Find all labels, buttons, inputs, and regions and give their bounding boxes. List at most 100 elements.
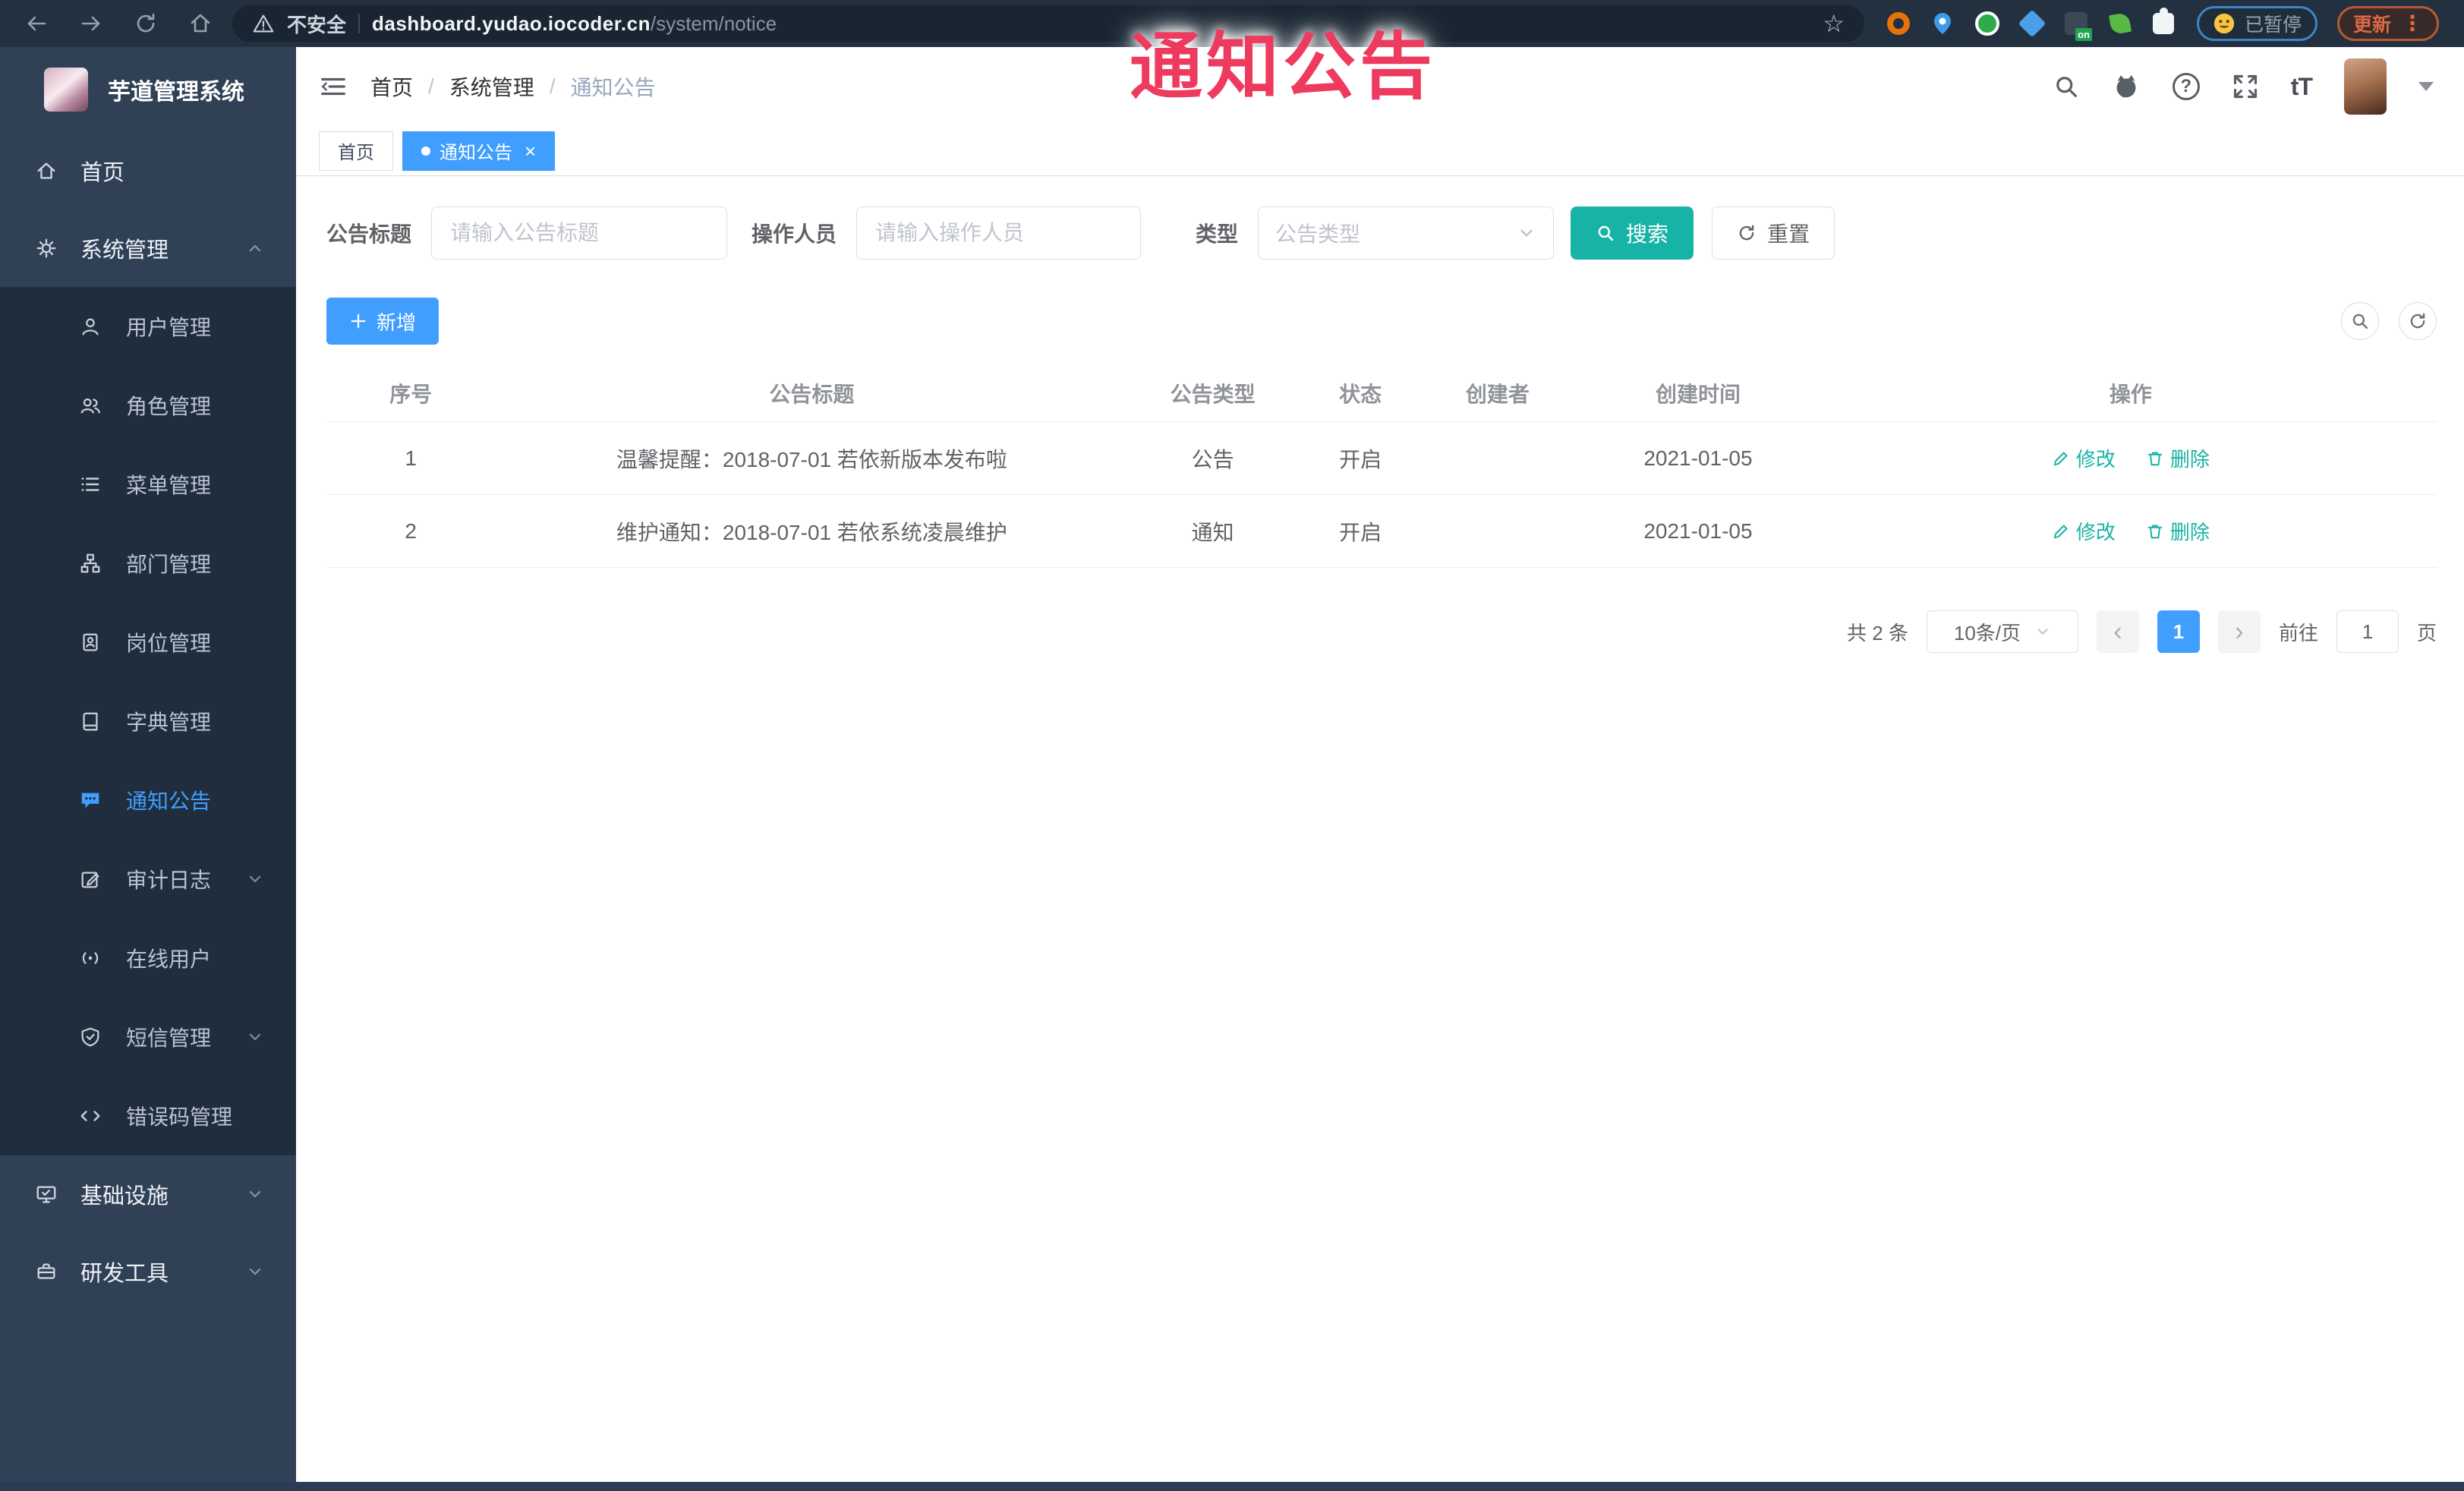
sidebar-item-menus[interactable]: 菜单管理: [0, 445, 296, 524]
plus-icon: [349, 312, 367, 330]
edit-link[interactable]: 修改: [2052, 444, 2116, 472]
ext-leaf-icon[interactable]: [2108, 11, 2132, 36]
update-button[interactable]: 更新 ⋮: [2337, 6, 2440, 41]
browser-menu-icon[interactable]: ⋮: [2402, 13, 2423, 34]
extensions-puzzle-icon[interactable]: [2153, 8, 2174, 34]
search-button[interactable]: 搜索: [1571, 206, 1694, 260]
refresh-table-button[interactable]: [2399, 302, 2437, 340]
title-filter-label: 公告标题: [326, 222, 412, 246]
toggle-search-button[interactable]: [2341, 302, 2379, 340]
sidebar: 芋道管理系统 首页 系统管理 用户管理 角色管理 菜单管理 部门管理 岗位管理 …: [0, 47, 296, 1491]
chevron-up-icon: [246, 239, 264, 257]
ext-gem-icon[interactable]: [2018, 9, 2047, 38]
ext-location-icon[interactable]: [1933, 12, 1952, 35]
page-size-select[interactable]: 10条/页: [1926, 610, 2078, 653]
window-bottom-edge: [0, 1482, 2464, 1491]
breadcrumb-system[interactable]: 系统管理: [449, 71, 534, 102]
app-title: 芋道管理系统: [108, 80, 244, 105]
main-area: 首页 / 系统管理 / 通知公告 ? tT 首页 通知公告 × 公告标题 请输入…: [296, 47, 2464, 1491]
browser-home-icon[interactable]: [188, 11, 213, 36]
operator-filter-input[interactable]: [856, 206, 1142, 260]
url-host: dashboard.yudao.iocoder.cn: [372, 11, 651, 35]
sidebar-item-dicts[interactable]: 字典管理: [0, 682, 296, 761]
app-logo-row[interactable]: 芋道管理系统: [0, 47, 296, 132]
profile-paused-badge[interactable]: 已暂停: [2197, 6, 2318, 41]
delete-link[interactable]: 删除: [2146, 517, 2210, 545]
breadcrumb-separator: /: [428, 74, 434, 98]
sidebar-item-infra[interactable]: 基础设施: [0, 1155, 296, 1233]
sidebar-item-departments[interactable]: 部门管理: [0, 524, 296, 603]
monitor-icon: [35, 1183, 58, 1206]
table-header-row: 序号 公告标题 公告类型 状态 创建者 创建时间 操作: [326, 364, 2437, 422]
delete-link[interactable]: 删除: [2146, 444, 2210, 472]
user-icon: [79, 315, 102, 338]
table-row: 1 温馨提醒：2018-07-01 若依新版本发布啦 公告 开启 2021-01…: [326, 422, 2437, 495]
trash-icon: [2147, 452, 2163, 465]
font-size-icon[interactable]: tT: [2291, 73, 2313, 101]
table-row: 2 维护通知：2018-07-01 若依系统凌晨维护 通知 开启 2021-01…: [326, 495, 2437, 568]
address-bar[interactable]: 不安全 dashboard.yudao.iocoder.cn/system/no…: [232, 5, 1864, 42]
bookmark-star-icon[interactable]: ☆: [1823, 9, 1845, 38]
browser-back-icon[interactable]: [24, 11, 49, 36]
title-filter-input[interactable]: [431, 206, 728, 260]
select-chevron-down-icon: [1517, 223, 1536, 243]
reset-button[interactable]: 重置: [1712, 206, 1835, 260]
sidebar-item-audit-log[interactable]: 审计日志: [0, 840, 296, 919]
sidebar-item-notices[interactable]: 通知公告: [0, 761, 296, 840]
search-icon[interactable]: [2053, 73, 2080, 100]
sidebar-item-users[interactable]: 用户管理: [0, 287, 296, 366]
sidebar-item-roles[interactable]: 角色管理: [0, 366, 296, 445]
ext-green-icon[interactable]: [1975, 11, 1999, 36]
browser-forward-icon[interactable]: [79, 11, 103, 36]
prev-page-button[interactable]: ‹: [2096, 610, 2139, 653]
menu-fold-icon[interactable]: [319, 72, 348, 101]
chevron-down-icon: [246, 1262, 264, 1281]
pencil-icon: [2053, 525, 2068, 538]
col-header-no: 序号: [389, 382, 433, 406]
avatar-caret-icon[interactable]: [2418, 82, 2434, 91]
sidebar-item-sms[interactable]: 短信管理: [0, 998, 296, 1076]
browser-reload-icon[interactable]: [134, 11, 158, 36]
trash-icon: [2147, 525, 2163, 538]
security-warning-icon[interactable]: [252, 12, 275, 35]
ext-orange-icon[interactable]: [1887, 12, 1910, 35]
next-page-button[interactable]: ›: [2217, 610, 2261, 653]
edit-link[interactable]: 修改: [2052, 517, 2116, 545]
breadcrumb-home[interactable]: 首页: [370, 71, 413, 102]
user-avatar[interactable]: [2344, 58, 2387, 115]
url-path: /system/notice: [650, 11, 777, 35]
col-header-type: 公告类型: [1170, 382, 1256, 406]
col-header-time: 创建时间: [1655, 382, 1741, 406]
sidebar-item-posts[interactable]: 岗位管理: [0, 603, 296, 682]
tab-notices[interactable]: 通知公告 ×: [402, 131, 556, 171]
security-label[interactable]: 不安全: [287, 10, 346, 38]
toolbox-icon: [35, 1260, 58, 1283]
chevron-down-icon: [246, 1185, 264, 1203]
ext-dark-on-icon[interactable]: on: [2065, 12, 2092, 41]
sidebar-item-devtools[interactable]: 研发工具: [0, 1233, 296, 1310]
current-page-button[interactable]: 1: [2157, 610, 2200, 653]
type-filter-select[interactable]: 公告类型: [1258, 206, 1555, 260]
screen: 不安全 dashboard.yudao.iocoder.cn/system/no…: [0, 0, 2464, 1491]
tab-close-icon[interactable]: ×: [525, 141, 536, 161]
badge-icon: [79, 631, 102, 654]
user-group-icon: [79, 394, 102, 417]
goto-page-input[interactable]: [2336, 610, 2399, 653]
notices-table: 序号 公告标题 公告类型 状态 创建者 创建时间 操作 1 温馨提醒：2018-…: [326, 364, 2437, 568]
gear-icon: [35, 237, 58, 260]
tab-home[interactable]: 首页: [319, 131, 393, 171]
app-logo-image: [44, 68, 88, 112]
refresh-icon: [2410, 313, 2425, 329]
help-icon[interactable]: ?: [2172, 73, 2200, 100]
org-tree-icon: [79, 552, 102, 575]
chevron-down-icon: [246, 870, 264, 888]
select-chevron-down-icon: [2034, 623, 2051, 640]
github-icon[interactable]: [2112, 72, 2141, 101]
sidebar-item-home[interactable]: 首页: [0, 132, 296, 210]
sidebar-item-system[interactable]: 系统管理: [0, 210, 296, 287]
sidebar-item-online-users[interactable]: 在线用户: [0, 919, 296, 998]
sidebar-item-error-codes[interactable]: 错误码管理: [0, 1076, 296, 1155]
fullscreen-icon[interactable]: [2232, 73, 2259, 100]
code-icon: [79, 1105, 102, 1127]
add-button[interactable]: 新增: [326, 298, 440, 345]
